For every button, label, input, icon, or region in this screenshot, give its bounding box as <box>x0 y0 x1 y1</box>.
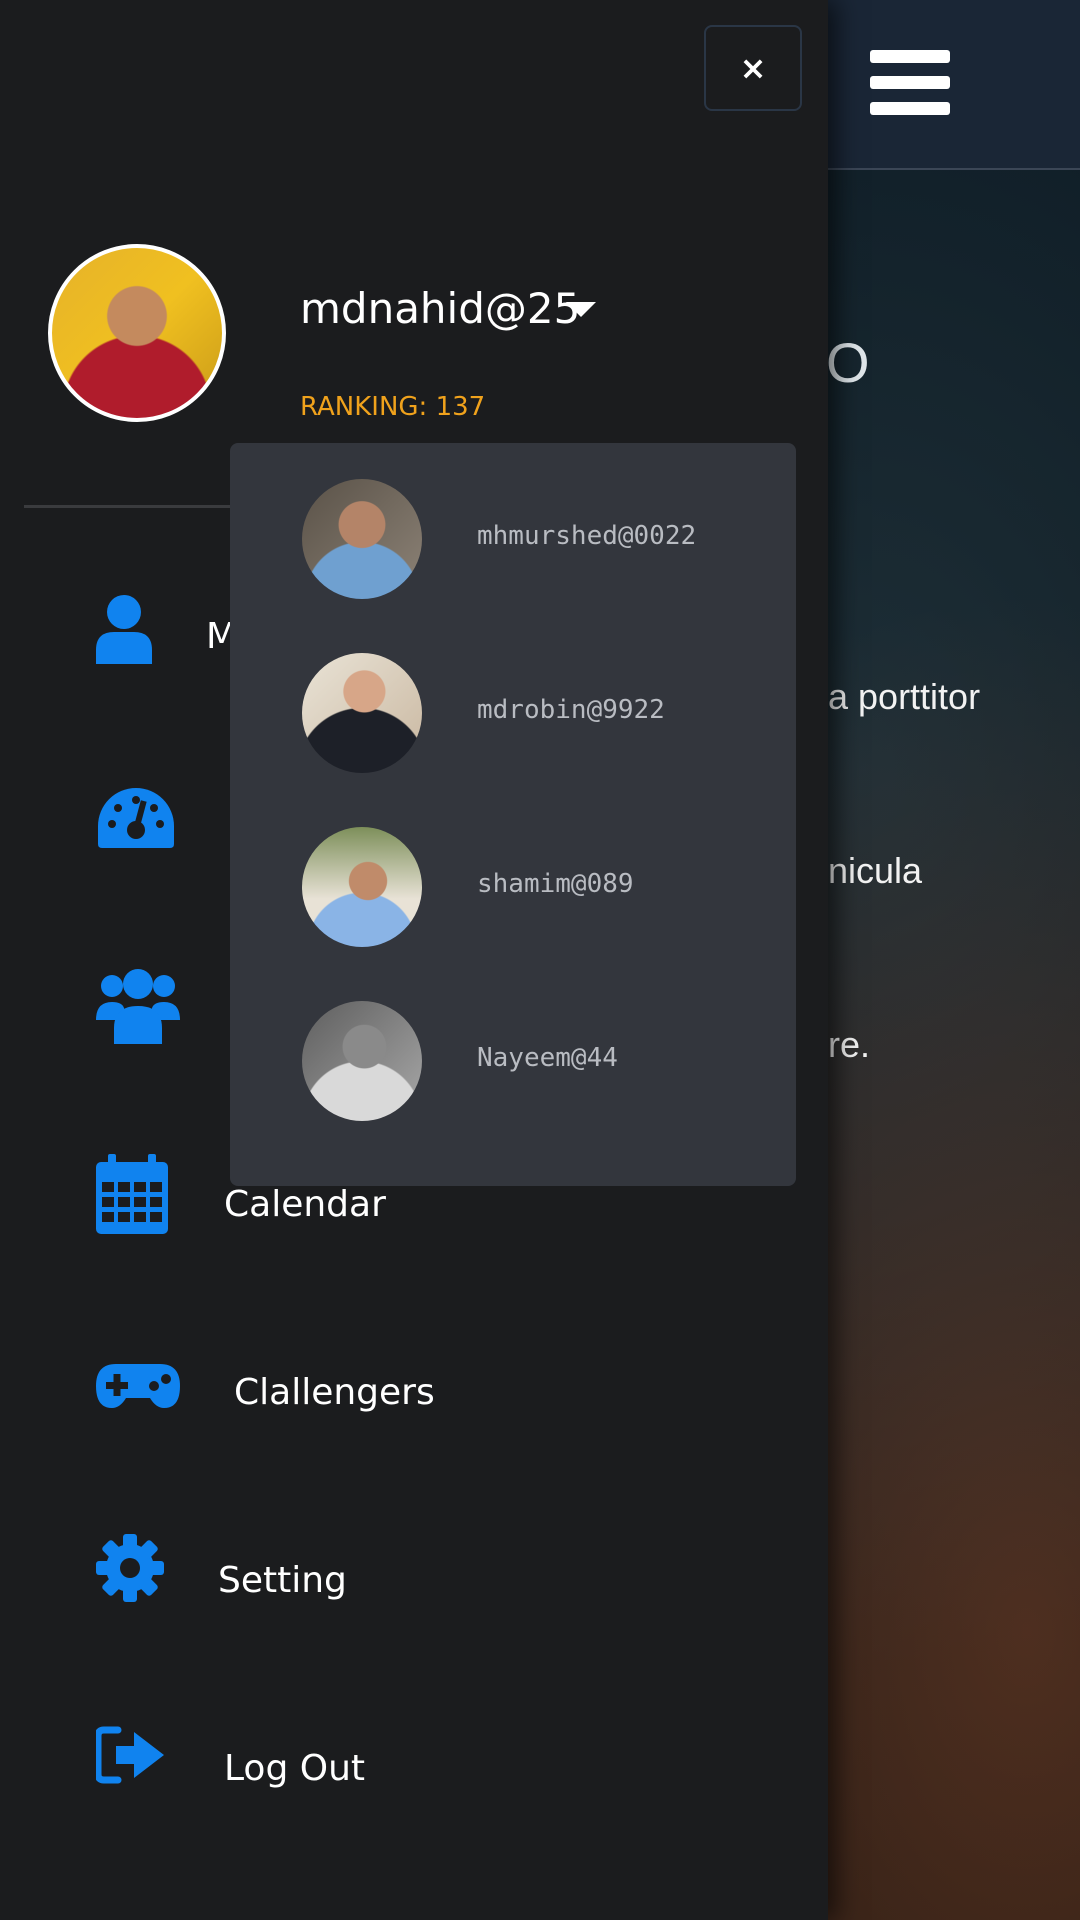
menu-item-settings[interactable]: Setting <box>0 1524 828 1644</box>
dashboard-icon <box>98 788 174 848</box>
calendar-icon <box>96 1154 168 1234</box>
menu-item-challengers[interactable]: Clallengers <box>0 1336 828 1456</box>
user-avatar <box>302 827 422 947</box>
side-drawer: × mdnahid@25 RANKING: 137 M Calendar Cla… <box>0 0 828 1920</box>
dropdown-user-item[interactable]: shamim@089 <box>230 791 796 947</box>
dropdown-username: mdrobin@9922 <box>477 695 665 725</box>
dropdown-user-item[interactable]: mdrobin@9922 <box>230 617 796 773</box>
divider <box>24 505 234 508</box>
dropdown-username: Nayeem@44 <box>477 1043 618 1073</box>
ranking-label: RANKING: 137 <box>300 392 486 422</box>
background-heading-fragment: O <box>826 331 870 394</box>
dropdown-username: mhmurshed@0022 <box>477 521 697 551</box>
user-icon <box>96 595 152 664</box>
gear-icon <box>96 1534 164 1602</box>
dropdown-user-item[interactable]: mhmurshed@0022 <box>230 443 796 599</box>
menu-item-label: Log Out <box>224 1748 366 1789</box>
dropdown-user-item[interactable]: Nayeem@44 <box>230 965 796 1121</box>
hamburger-menu-icon[interactable] <box>870 50 950 116</box>
menu-item-label: Calendar <box>224 1184 386 1225</box>
user-avatar <box>302 1001 422 1121</box>
background-text-line: a porttitor <box>828 676 981 717</box>
menu-item-label: Clallengers <box>234 1372 435 1413</box>
user-avatar <box>302 653 422 773</box>
dropdown-username: shamim@089 <box>477 869 634 899</box>
logout-icon <box>96 1726 164 1784</box>
caret-down-icon[interactable] <box>566 302 596 317</box>
background-text-line: re. <box>828 1024 871 1065</box>
menu-item-label: Setting <box>218 1560 347 1601</box>
menu-item-logout[interactable]: Log Out <box>0 1712 828 1832</box>
users-icon <box>96 969 180 1044</box>
user-switch-dropdown: mhmurshed@0022 mdrobin@9922 shamim@089 N… <box>230 443 796 1186</box>
user-avatar <box>302 479 422 599</box>
close-button[interactable]: × <box>704 25 802 111</box>
profile-avatar[interactable] <box>48 244 226 422</box>
gamepad-icon <box>96 1364 180 1408</box>
background-text-line: nicula <box>828 850 923 891</box>
profile-username[interactable]: mdnahid@25 <box>300 284 580 333</box>
